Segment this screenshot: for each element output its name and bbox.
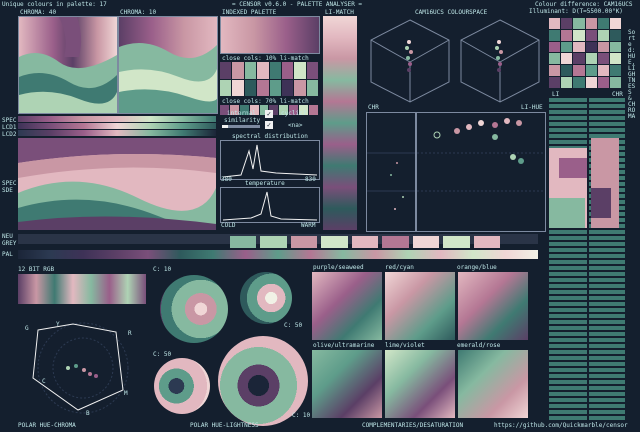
polar-hue-chroma-label: POLAR HUE-CHROMA — [18, 422, 76, 429]
indexed-palette-panel — [220, 16, 320, 54]
spectral-chart — [220, 140, 320, 180]
spectral-min-label: 380 — [221, 176, 232, 183]
purple-seaweed-label: purple/seaweed — [313, 264, 364, 271]
similarity-label: similarity — [224, 117, 261, 124]
github-link[interactable]: https://github.com/Quickmarble/censor — [494, 422, 628, 429]
warm-label: WARM — [301, 222, 316, 229]
chr-label: CHR — [368, 104, 379, 111]
cold-label: COLD — [221, 222, 236, 229]
emerald-rose-swatch — [458, 350, 528, 418]
complementaries-label: COMPLEMENTARIES/DESATURATION — [362, 422, 464, 429]
spec-wave-panel — [18, 138, 216, 230]
chr-column-label: CHR — [612, 91, 623, 98]
hue-c-label: C — [42, 378, 46, 385]
rgb12-panel — [18, 274, 146, 304]
lime-violet-label: lime/violet — [385, 342, 425, 349]
chroma40-wave-svg — [19, 17, 117, 113]
spec-strip-1 — [18, 116, 216, 122]
olive-ultra-swatch — [312, 350, 382, 418]
spec-strip-2 — [18, 123, 216, 129]
hue-y-label: Y — [56, 321, 60, 328]
spectral-curve — [222, 144, 318, 178]
hue-m-label: M — [124, 390, 128, 397]
li-match-label: LI-MATCH — [325, 9, 354, 16]
chroma40-panel — [18, 16, 118, 114]
chroma10-wave-svg — [119, 43, 217, 113]
c50-left-label: C: 50 — [153, 351, 172, 358]
spec-label: SPEC — [2, 117, 17, 124]
chroma40-label: CHROMA: 40 — [20, 9, 57, 16]
palette-row-top — [230, 236, 500, 248]
palette-strip — [18, 250, 538, 259]
spec-bottom-label: SPEC — [2, 180, 17, 187]
illuminant-label: Illuminant: D(T=5500.00°K) — [529, 8, 623, 15]
sorted-colour-grid — [549, 18, 621, 88]
polar-hue-lightness-label: POLAR HUE-LIGHTNESS — [190, 422, 259, 429]
li-hue-plot — [417, 118, 545, 192]
li-column-label: LI — [552, 91, 560, 98]
emerald-rose-label: emerald/rose — [457, 342, 501, 349]
red-cyan-swatch — [385, 272, 455, 340]
close10-swatches — [220, 62, 318, 96]
app-title: = CENSOR v0.6.0 - PALETTE ANALYSER = — [232, 1, 363, 8]
orange-blue-swatch — [458, 272, 528, 340]
hl-circle-2 — [240, 272, 292, 324]
spec-lcd2-label: LCD2 — [2, 131, 17, 138]
chr-plot — [367, 152, 415, 210]
indexed-palette-label: INDEXED PALETTE — [222, 9, 277, 16]
chroma10-panel — [118, 16, 218, 114]
spectral-max-label: 830 — [305, 176, 316, 183]
c10-bottom-label: C: 10 — [292, 412, 311, 419]
close70-label: close cols: 70% li-match — [222, 98, 309, 105]
internal-checkbox[interactable]: ✓ — [265, 110, 273, 118]
colourspace-label: CAM16UCS COLOURSPACE — [415, 9, 488, 16]
spec-lcd1-label: LCD1 — [2, 124, 17, 131]
hue-b-label: B — [86, 410, 90, 417]
grey-label: GREY — [2, 240, 17, 247]
internal-label: internal — [227, 110, 256, 117]
hue-g-label: G — [25, 325, 29, 332]
hl-circle-3 — [154, 358, 210, 414]
lime-violet-swatch — [385, 350, 455, 418]
rgb12-label: 12 BIT RGB — [18, 266, 55, 273]
cyclic-checkbox[interactable]: ✓ — [265, 121, 273, 129]
chroma10-label: CHROMA: 10 — [120, 9, 157, 16]
pal-label: PAL — [2, 251, 13, 258]
colourspace-panel — [365, 16, 545, 108]
spectral-label: spectral distribution — [232, 133, 308, 140]
spec-wave-svg — [18, 138, 216, 230]
li-hue-label: LI-HUE — [521, 104, 543, 111]
c50-right-label: C: 50 — [284, 322, 303, 329]
c10-top-label: C: 10 — [153, 266, 172, 273]
sde-label: SDE — [2, 187, 13, 194]
li-hue-chart — [416, 112, 546, 232]
temperature-chart — [220, 187, 320, 223]
temperature-label: temperature — [245, 180, 285, 187]
red-cyan-label: red/cyan — [385, 264, 414, 271]
unique-colours-label: Unique colours in palette: 17 — [2, 1, 107, 8]
purple-seaweed-swatch — [312, 272, 382, 340]
close10-label: close cols: 10% li-match — [222, 55, 309, 62]
sorted-vertical-label: Sorted: HUE, LIGHTNESS & CHROMA — [628, 29, 636, 120]
olive-ultra-label: olive/ultramarine — [313, 342, 375, 349]
hue-r-label: R — [128, 330, 132, 337]
orange-blue-label: orange/blue — [457, 264, 497, 271]
chr-chart — [366, 112, 416, 232]
colourspace-hexagons — [370, 19, 540, 103]
hl-circle-1 — [160, 275, 228, 343]
temperature-curve — [222, 191, 318, 221]
na-label: <na> — [288, 122, 303, 129]
li-chr-bars-svg — [549, 98, 619, 420]
colour-difference-label: Colour difference: CAM16UCS — [535, 1, 633, 8]
li-chr-bars — [549, 98, 625, 420]
li-match-column — [323, 16, 357, 230]
spec-strip-3 — [18, 130, 216, 136]
neu-label: NEU — [2, 233, 13, 240]
cyclic-label: cyclic? — [281, 110, 307, 117]
similarity-slider[interactable] — [222, 125, 260, 128]
